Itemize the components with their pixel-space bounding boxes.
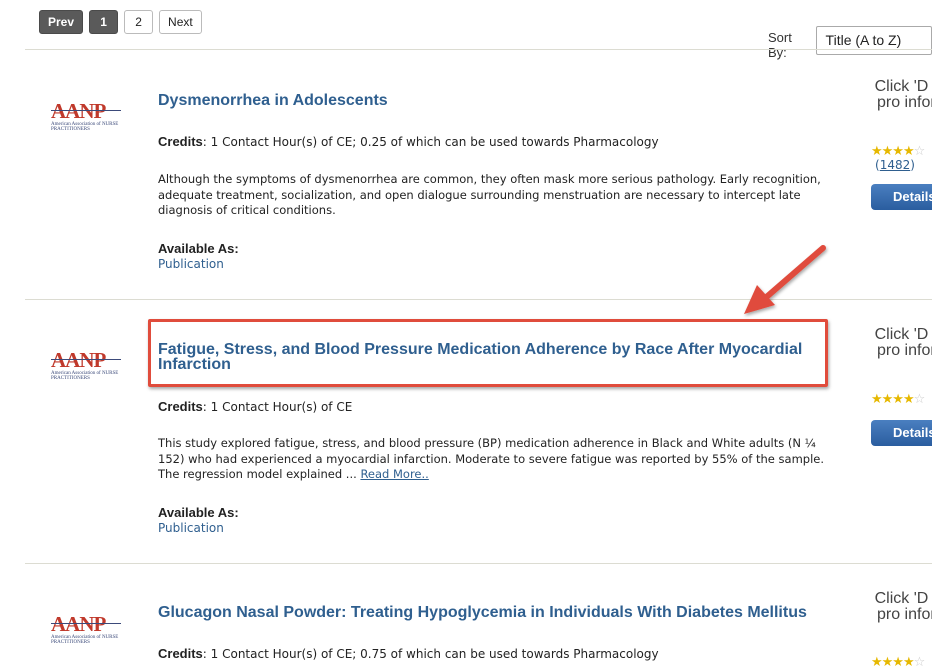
aanp-logo: AANP American Association of NURSE PRACT… [51, 614, 125, 645]
item-credits: Credits: 1 Contact Hour(s) of CE; 0.75 o… [158, 646, 659, 661]
details-button[interactable]: Details [871, 420, 932, 446]
next-button[interactable]: Next [159, 10, 202, 34]
divider [25, 299, 932, 300]
item-credits: Credits: 1 Contact Hour(s) of CE [158, 399, 353, 414]
click-details-hint: Click 'D for pro inform [874, 326, 932, 359]
available-as-label: Available As: [158, 241, 239, 256]
aanp-logo: AANP American Association of NURSE PRACT… [51, 101, 125, 132]
sort-label: Sort By: [768, 30, 792, 60]
item-description: This study explored fatigue, stress, and… [158, 436, 825, 481]
available-as-link[interactable]: Publication [158, 257, 224, 271]
read-more-link[interactable]: Read More.. [360, 467, 428, 481]
page-1-button[interactable]: 1 [89, 10, 119, 34]
click-details-hint: Click 'D for pro inform [874, 590, 932, 623]
review-count-link[interactable]: (1482) [875, 158, 915, 172]
item-title-link[interactable]: Glucagon Nasal Powder: Treating Hypoglyc… [158, 605, 838, 621]
available-as-link[interactable]: Publication [158, 521, 224, 535]
prev-button[interactable]: Prev [39, 10, 84, 34]
rating-stars: ★★★★☆ [871, 392, 925, 407]
divider [25, 563, 932, 564]
available-as-label: Available As: [158, 505, 239, 520]
click-details-hint: Click 'D for pro inform [874, 78, 932, 111]
item-credits: Credits: 1 Contact Hour(s) of CE; 0.25 o… [158, 134, 659, 149]
sort-select[interactable]: Title (A to Z) [815, 26, 932, 55]
item-description: Although the symptoms of dysmenorrhea ar… [158, 172, 821, 217]
item-title-link[interactable]: Dysmenorrhea in Adolescents [158, 93, 838, 109]
item-title-link[interactable]: Fatigue, Stress, and Blood Pressure Medi… [158, 342, 838, 373]
rating-stars: ★★★★☆ [871, 144, 925, 159]
rating-stars: ★★★★☆ [871, 655, 925, 670]
aanp-logo: AANP American Association of NURSE PRACT… [51, 350, 125, 381]
details-button[interactable]: Details [871, 184, 932, 210]
divider [25, 49, 932, 50]
pagination: Prev 1 2 Next [39, 10, 202, 34]
page-2-button[interactable]: 2 [124, 10, 154, 34]
sort-control: Sort By: Title (A to Z) [768, 21, 932, 60]
